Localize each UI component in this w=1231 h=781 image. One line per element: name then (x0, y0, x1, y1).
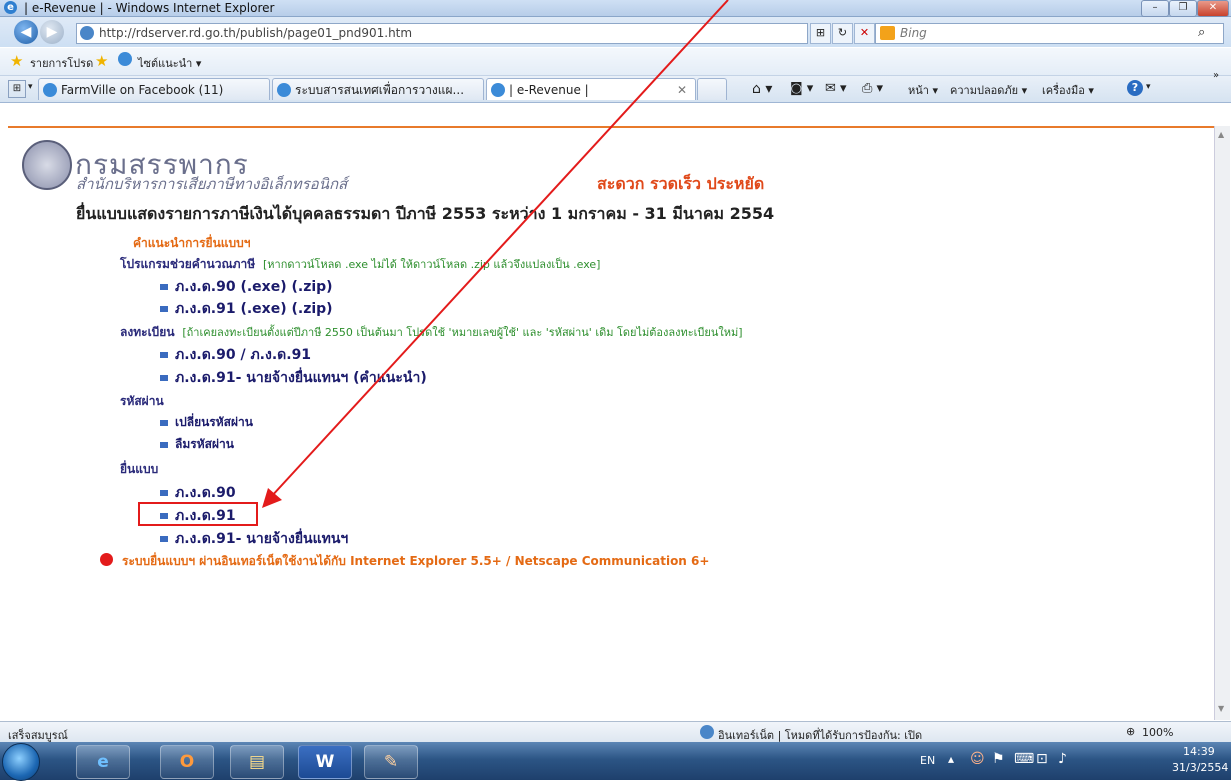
volume-icon[interactable]: ♪ (1058, 751, 1067, 767)
keyboard-icon[interactable]: ⌨ (1014, 751, 1034, 767)
start-button[interactable] (2, 743, 40, 781)
show-hidden-icons[interactable]: ▴ (948, 752, 954, 766)
arrow-head (262, 488, 282, 508)
internet-zone-icon (700, 725, 714, 739)
language-indicator[interactable]: EN (920, 754, 935, 767)
annotation-arrow (262, 0, 729, 508)
flag-icon[interactable]: ⚑ (992, 751, 1005, 767)
system-tray: EN ▴ ☺ ⚑ ⌨ ⊡ ♪ 14:39 31/3/2554 (900, 742, 1231, 780)
clock-date[interactable]: 31/3/2554 (1172, 761, 1228, 774)
word-taskbar-icon[interactable]: W (298, 745, 352, 779)
network-icon[interactable]: ⊡ (1036, 751, 1048, 767)
outlook-taskbar-icon[interactable]: O (160, 745, 214, 779)
paint-taskbar-icon[interactable]: ✎ (364, 745, 418, 779)
arrow-line (269, 0, 729, 499)
internet-explorer-taskbar-icon[interactable]: e (76, 745, 130, 779)
explorer-taskbar-icon[interactable]: ▤ (230, 745, 284, 779)
zoom-level[interactable]: 100% (1142, 726, 1173, 739)
windows-taskbar: e O ▤ W ✎ EN ▴ ☺ ⚑ ⌨ ⊡ ♪ 14:39 31/3/2554 (0, 742, 1231, 781)
zoom-icon[interactable]: ⊕ (1126, 725, 1135, 738)
clock-time[interactable]: 14:39 (1183, 745, 1215, 758)
status-bar: เสร็จสมบูรณ์ อินเทอร์เน็ต | โหมดที่ได้รั… (0, 721, 1231, 743)
user-icon[interactable]: ☺ (970, 751, 985, 767)
